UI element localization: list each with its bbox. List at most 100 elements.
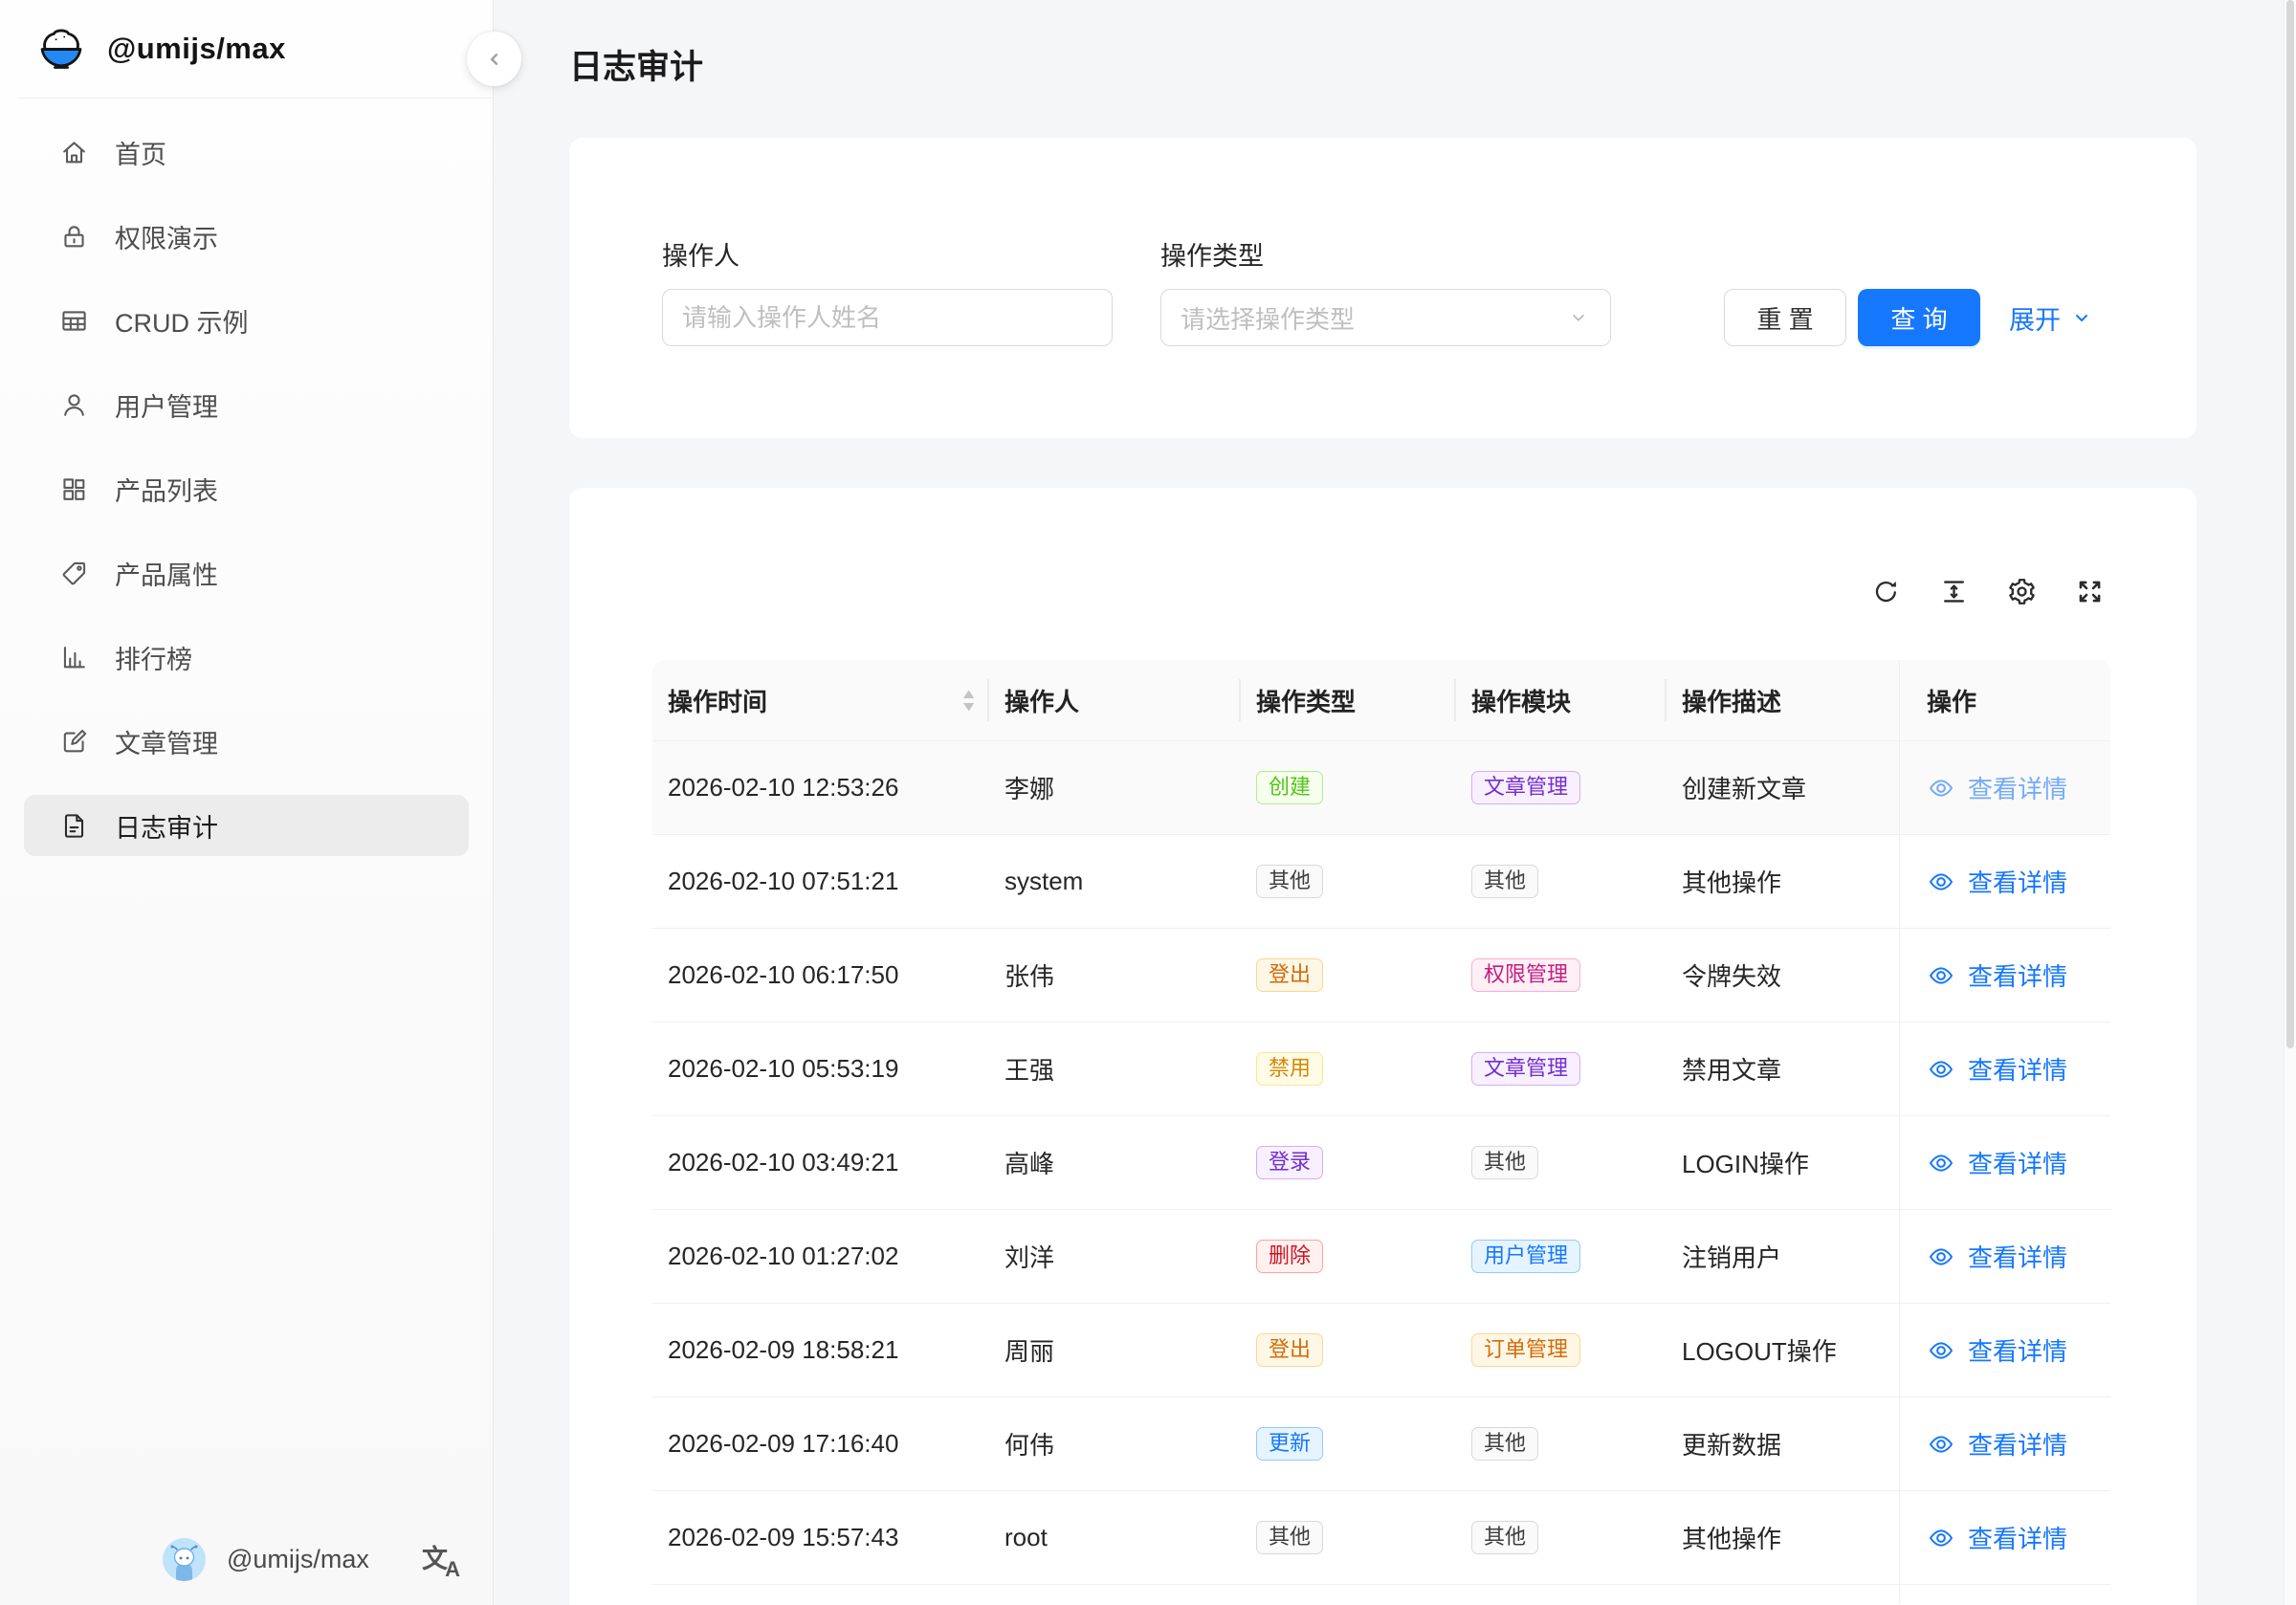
type-tag: 更新 [1256, 1427, 1323, 1461]
page-title: 日志审计 [569, 40, 703, 89]
table-header-row: 操作时间 操作人 操作类型 操作模块 操作描述 操作 [652, 660, 2110, 741]
column-header-type: 操作类型 [1241, 660, 1456, 740]
sidebar-item-6[interactable]: 排行榜 [24, 627, 469, 688]
main-content: 日志审计 操作人 操作类型 请选择操作类型 重 置 查 询 展开 [495, 0, 2296, 1605]
cell-desc: LOGOUT操作 [1667, 1332, 1899, 1368]
sidebar-collapse-button[interactable] [467, 32, 521, 86]
fullscreen-icon[interactable] [2075, 577, 2105, 606]
eye-icon [1927, 1430, 1955, 1459]
view-detail-label: 查看详情 [1968, 1332, 2067, 1368]
table-row: 2026-02-10 01:27:02刘洋删除用户管理注销用户查看详情 [652, 1210, 2110, 1304]
sidebar-item-label: 排行榜 [115, 639, 192, 676]
view-detail-label: 查看详情 [1968, 1520, 2067, 1555]
cell-type: 其他 [1241, 1521, 1456, 1554]
query-button[interactable]: 查 询 [1858, 289, 1980, 346]
footer-username: @umijs/max [227, 1545, 401, 1574]
sidebar-item-8[interactable]: 日志审计 [24, 795, 469, 856]
audit-log-table: 操作时间 操作人 操作类型 操作模块 操作描述 操作 2026-02-10 12… [652, 660, 2110, 1604]
sidebar-item-1[interactable]: 权限演示 [24, 206, 469, 267]
cell-module: 其他 [1456, 1146, 1667, 1179]
cell-type: 登录 [1241, 1146, 1456, 1179]
app-title: @umijs/max [107, 32, 286, 66]
table-row: 2026-02-09 17:16:40何伟更新其他更新数据查看详情 [652, 1397, 2110, 1491]
module-tag: 用户管理 [1471, 1240, 1580, 1273]
cell-operator: system [989, 867, 1241, 896]
cell-operator: 张伟 [989, 957, 1241, 993]
cell-desc: 更新数据 [1667, 1426, 1899, 1462]
file-text-icon [59, 811, 89, 841]
view-detail-link[interactable]: 查看详情 [1899, 929, 2110, 1022]
view-detail-link[interactable]: 查看详情 [1899, 741, 2110, 834]
sidebar-item-2[interactable]: CRUD 示例 [24, 290, 469, 351]
view-detail-label: 查看详情 [1968, 1426, 2067, 1462]
cell-time: 2026-02-10 12:53:26 [652, 773, 989, 802]
column-header-time[interactable]: 操作时间 [652, 660, 989, 740]
cell-time: 2026-02-10 05:53:19 [652, 1054, 989, 1084]
table-row: 2026-02-10 05:53:19王强禁用文章管理禁用文章查看详情 [652, 1022, 2110, 1116]
view-detail-link[interactable]: 查看详情 [1899, 1022, 2110, 1115]
view-detail-link[interactable]: 查看详情 [1899, 1491, 2110, 1584]
operator-input[interactable] [662, 289, 1113, 346]
eye-icon [1927, 1524, 1955, 1552]
module-tag: 其他 [1471, 1521, 1538, 1554]
table-body: 2026-02-10 12:53:26李娜创建文章管理创建新文章查看详情2026… [652, 741, 2110, 1604]
density-icon[interactable] [1939, 577, 1969, 606]
table-row: 2026-02-10 07:51:21system其他其他其他操作查看详情 [652, 835, 2110, 929]
tags-icon [59, 559, 89, 588]
sidebar-item-7[interactable]: 文章管理 [24, 711, 469, 772]
view-detail-link[interactable]: 查看详情 [1899, 1304, 2110, 1396]
sidebar-nav: 首页权限演示 CRUD 示例用户管理产品列表产品属性排行榜文章管理日志审计 [0, 99, 493, 856]
cell-type: 删除 [1241, 1240, 1456, 1273]
user-avatar [163, 1538, 206, 1581]
cell-module: 权限管理 [1456, 958, 1667, 992]
eye-icon [1927, 1336, 1955, 1365]
cell-module: 其他 [1456, 1427, 1667, 1461]
view-detail-link[interactable]: 查看详情 [1899, 1210, 2110, 1303]
page-scrollbar [2284, 0, 2296, 1605]
reset-button[interactable]: 重 置 [1724, 289, 1846, 346]
cell-time: 2026-02-10 01:27:02 [652, 1242, 989, 1271]
cell-time: 2026-02-10 06:17:50 [652, 960, 989, 990]
module-tag: 文章管理 [1471, 1052, 1580, 1086]
cell-time: 2026-02-10 07:51:21 [652, 867, 989, 896]
sidebar: @umijs/max 首页权限演示 CRUD 示例用户管理产品列表产品属性排行榜文… [0, 0, 494, 1605]
type-tag: 登录 [1256, 1146, 1323, 1179]
type-select[interactable]: 请选择操作类型 [1160, 289, 1611, 346]
view-detail-link[interactable]: 查看详情 [1899, 1397, 2110, 1490]
cell-module: 文章管理 [1456, 771, 1667, 804]
eye-icon [1927, 868, 1955, 896]
module-tag: 其他 [1471, 1427, 1538, 1461]
cell-time: 2026-02-09 15:57:43 [652, 1523, 989, 1552]
sidebar-item-5[interactable]: 产品属性 [24, 542, 469, 604]
cell-desc: 创建新文章 [1667, 770, 1899, 805]
cell-desc: 其他操作 [1667, 864, 1899, 899]
cell-desc: 其他操作 [1667, 1520, 1899, 1555]
sidebar-item-label: 日志审计 [115, 807, 218, 845]
translate-icon[interactable]: 文 A [422, 1540, 460, 1578]
sorter-icon [962, 690, 976, 712]
app-logo[interactable]: @umijs/max [0, 0, 493, 98]
view-detail-link[interactable]: 查看详情 [1899, 1116, 2110, 1209]
sidebar-item-4[interactable]: 产品列表 [24, 458, 469, 519]
cell-operator: 高峰 [989, 1145, 1241, 1180]
lock-icon [59, 222, 89, 252]
reload-icon[interactable] [1871, 577, 1901, 606]
view-detail-link[interactable]: 查看详情 [1899, 835, 2110, 928]
sidebar-item-label: 用户管理 [115, 386, 218, 424]
cell-type: 创建 [1241, 771, 1456, 804]
sidebar-item-3[interactable]: 用户管理 [24, 374, 469, 435]
column-header-action: 操作 [1899, 660, 2110, 740]
table-row-partial [652, 1585, 2110, 1604]
expand-link[interactable]: 展开 [2009, 289, 2093, 346]
type-label: 操作类型 [1160, 235, 1264, 273]
cell-time: 2026-02-09 18:58:21 [652, 1335, 989, 1365]
sidebar-item-0[interactable]: 首页 [24, 121, 469, 183]
cell-operator: 周丽 [989, 1332, 1241, 1368]
scrollbar-thumb[interactable] [2286, 0, 2294, 1048]
sidebar-item-label: 产品属性 [115, 555, 218, 592]
sidebar-footer: @umijs/max 文 A [163, 1536, 460, 1582]
table-card: 操作时间 操作人 操作类型 操作模块 操作描述 操作 2026-02-10 12… [569, 488, 2197, 1605]
view-detail-label: 查看详情 [1968, 1145, 2067, 1180]
setting-icon[interactable] [2007, 577, 2037, 606]
operator-label: 操作人 [662, 235, 740, 273]
